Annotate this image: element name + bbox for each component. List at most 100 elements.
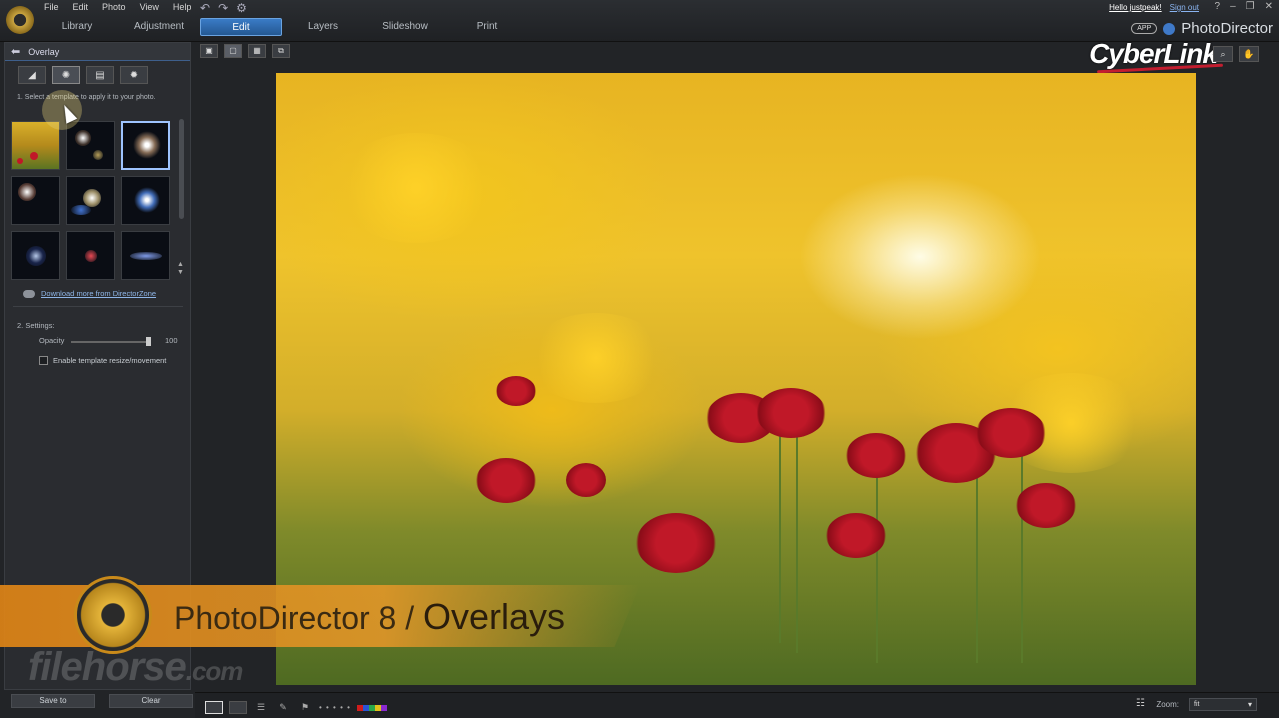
quick-tools: ↶ ↷ ⚙ <box>200 1 247 15</box>
photo-red-flower <box>756 388 826 438</box>
title-bar: File Edit Photo View Help ↶ ↷ ⚙ Library … <box>0 0 1279 42</box>
window-controls: ? – ❐ ✕ <box>1215 1 1273 12</box>
opacity-label: Opacity <box>39 336 65 345</box>
resize-movement-checkbox[interactable] <box>39 356 48 365</box>
banner-separator: / <box>405 600 415 636</box>
tab-library[interactable]: Library <box>36 18 118 36</box>
tab-effect-icon[interactable]: ✹ <box>120 66 148 84</box>
purple-label-swatch[interactable] <box>380 705 387 711</box>
module-tabs: Library Adjustment Edit Layers Slideshow… <box>36 18 528 36</box>
zoom-control: Zoom: fit <box>1156 698 1257 711</box>
tab-adjustment[interactable]: Adjustment <box>118 18 200 36</box>
tab-slideshow[interactable]: Slideshow <box>364 18 446 36</box>
menu-edit[interactable]: Edit <box>73 2 89 12</box>
sort-icon[interactable]: ☰ <box>253 702 269 713</box>
compare-view-button[interactable] <box>229 700 247 714</box>
panel-title: Overlay <box>28 46 60 57</box>
undo-icon[interactable]: ↶ <box>200 1 210 15</box>
close-icon[interactable]: ✕ <box>1265 1 1273 12</box>
photo-stem <box>796 413 798 653</box>
photodirector-small-icon <box>1163 22 1176 35</box>
opacity-slider-track[interactable] <box>71 341 149 343</box>
banner-product: PhotoDirector 8 <box>174 600 397 636</box>
cloud-download-icon <box>23 289 35 298</box>
restore-icon[interactable]: ❐ <box>1246 1 1255 12</box>
photo-red-flower <box>1016 483 1076 528</box>
overlay-type-tabs: ◢ ✺ ▤ ✹ <box>5 61 190 84</box>
template-thumb[interactable] <box>66 231 115 280</box>
pan-hand-icon[interactable]: ✋ <box>1239 46 1259 62</box>
settings-gear-icon[interactable]: ⚙ <box>236 1 247 15</box>
bottom-toolbar: ☰ ✎ ⚑ • • • • • ☷ Zoom: fit <box>195 692 1279 718</box>
template-grid <box>11 121 173 280</box>
photodirector-aperture-icon <box>74 576 152 654</box>
brand-area: APP PhotoDirector <box>1131 20 1273 37</box>
tab-layers[interactable]: Layers <box>282 18 364 36</box>
save-to-button[interactable]: Save to <box>11 694 95 708</box>
zoom-search-icon[interactable]: ⌕ <box>1213 46 1233 62</box>
account-greeting-link[interactable]: Hello justpeak! <box>1109 3 1161 12</box>
template-thumb[interactable] <box>66 176 115 225</box>
template-thumb-selected[interactable] <box>121 121 170 170</box>
opacity-slider-handle[interactable] <box>146 337 151 346</box>
zoom-select[interactable]: fit <box>1189 698 1257 711</box>
flag-icon[interactable]: ⚑ <box>297 702 313 713</box>
photodirector-logo-icon <box>6 6 34 34</box>
photo-red-flower <box>496 376 536 406</box>
opacity-value: 100 <box>165 336 178 345</box>
menu-view[interactable]: View <box>140 2 159 12</box>
template-thumb[interactable] <box>11 121 60 170</box>
cyberlink-logo: CyberLink <box>1089 38 1218 69</box>
rating-stars[interactable]: • • • • • <box>319 703 351 712</box>
filter-list-icon[interactable]: ☷ <box>1136 698 1145 709</box>
panel-header: ⬅ Overlay <box>5 43 190 61</box>
directorzone-link[interactable]: Download more from DirectorZone <box>23 289 156 298</box>
resize-movement-label: Enable template resize/movement <box>53 356 167 365</box>
menu-photo[interactable]: Photo <box>102 2 126 12</box>
photo-red-flower <box>846 433 906 478</box>
scroll-arrows[interactable]: ▲ ▼ <box>177 261 184 277</box>
directorzone-link-label[interactable]: Download more from DirectorZone <box>41 289 156 298</box>
account-links: Hello justpeak! Sign out <box>1109 3 1199 12</box>
back-arrow-icon[interactable]: ⬅ <box>11 45 20 58</box>
template-scrollbar[interactable] <box>179 119 184 219</box>
photo-red-flower <box>566 463 606 497</box>
template-thumb[interactable] <box>121 176 170 225</box>
photo-red-flower <box>826 513 886 558</box>
photo-stem <box>876 463 878 663</box>
edit-brush-icon[interactable]: ✎ <box>275 702 291 713</box>
panel-footer: Save to Clear <box>11 694 193 708</box>
template-hint: 1. Select a template to apply it to your… <box>17 94 156 101</box>
tab-print[interactable]: Print <box>446 18 528 36</box>
template-thumb[interactable] <box>11 231 60 280</box>
view-grid-icon[interactable]: ▦ <box>248 44 266 58</box>
tab-texture-icon[interactable]: ▤ <box>86 66 114 84</box>
sign-out-link[interactable]: Sign out <box>1170 3 1199 12</box>
tab-edit[interactable]: Edit <box>200 18 282 36</box>
tab-lens-flare-icon[interactable]: ✺ <box>52 66 80 84</box>
banner-title: PhotoDirector 8 / Overlays <box>174 596 565 638</box>
app-badge[interactable]: APP <box>1131 23 1158 34</box>
minimize-icon[interactable]: – <box>1230 1 1236 12</box>
tab-light-leak-icon[interactable]: ◢ <box>18 66 46 84</box>
menu-file[interactable]: File <box>44 2 59 12</box>
view-compare-icon[interactable]: ⧉ <box>272 44 290 58</box>
single-view-button[interactable] <box>205 700 223 714</box>
template-thumb[interactable] <box>121 231 170 280</box>
clear-button[interactable]: Clear <box>109 694 193 708</box>
view-single-icon[interactable]: ▢ <box>224 44 242 58</box>
photo-flower-bloom <box>336 133 496 243</box>
photo-stem <box>1021 433 1023 663</box>
resize-movement-option[interactable]: Enable template resize/movement <box>39 356 166 365</box>
color-labels <box>356 698 387 716</box>
photo-red-flower <box>976 408 1046 458</box>
menu-help[interactable]: Help <box>173 2 192 12</box>
template-thumb[interactable] <box>11 176 60 225</box>
photo-red-flower <box>476 458 536 503</box>
divider <box>13 306 183 307</box>
redo-icon[interactable]: ↷ <box>218 1 228 15</box>
help-icon[interactable]: ? <box>1215 1 1221 12</box>
filehorse-watermark: filehorse.com <box>28 645 243 690</box>
template-thumb[interactable] <box>66 121 115 170</box>
view-filmstrip-icon[interactable]: ▣ <box>200 44 218 58</box>
